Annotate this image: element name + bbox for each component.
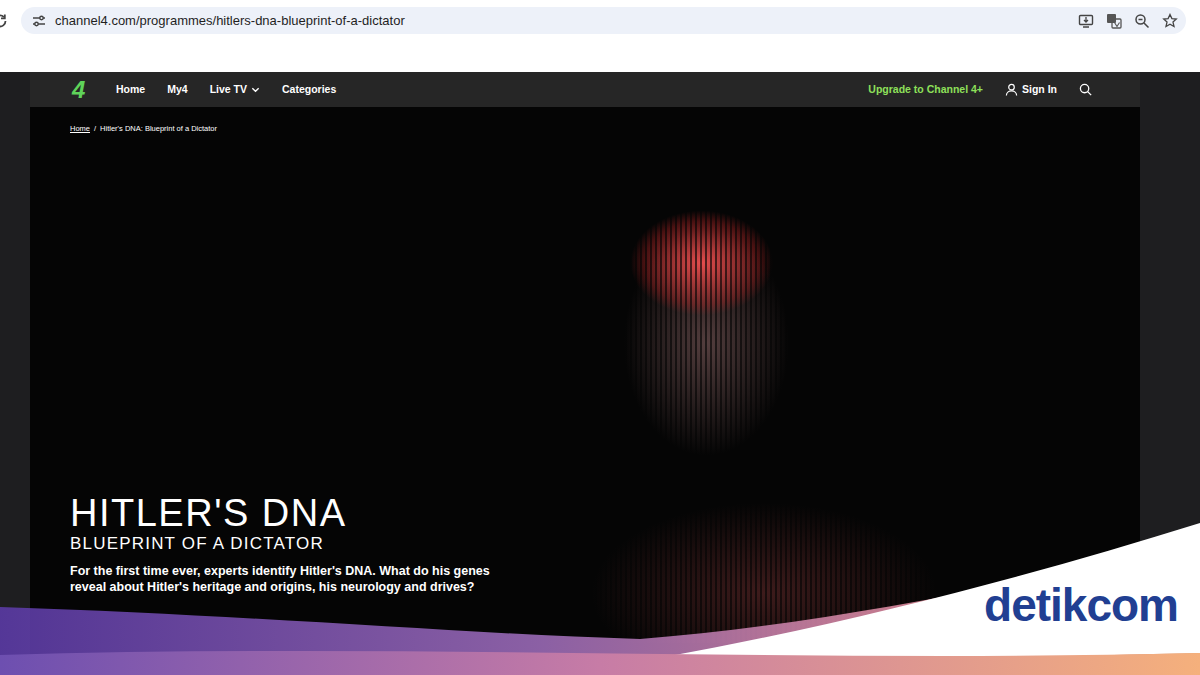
install-icon[interactable] [1078, 13, 1094, 29]
sign-in-text[interactable]: Sign In [1022, 82, 1057, 98]
browser-gap [0, 40, 1200, 72]
reload-icon[interactable] [0, 7, 13, 34]
bookmark-star-icon[interactable] [1162, 13, 1178, 29]
nav-item-label[interactable]: My4 [167, 82, 187, 98]
translate-icon[interactable] [1106, 13, 1122, 29]
nav-item-label[interactable]: Home [116, 82, 145, 98]
detikcom-logo: detikcom [984, 580, 1178, 631]
breadcrumb: Home / Hitler's DNA: Blueprint of a Dictat… [70, 123, 1100, 134]
upgrade-link[interactable]: Upgrade to Channel 4+ [868, 82, 983, 98]
channel4-logo[interactable]: 4 [72, 78, 90, 102]
sign-in-link[interactable]: Sign In [1005, 82, 1057, 98]
nav-list: Home My4 Live TV Categories [116, 82, 336, 98]
person-icon [1005, 83, 1018, 96]
address-bar[interactable]: channel4.com/programmes/hitlers-dna-blue… [21, 7, 1186, 34]
nav-item[interactable]: My4 [167, 82, 187, 98]
browser-toolbar: channel4.com/programmes/hitlers-dna-blue… [0, 0, 1200, 40]
nav-item-label[interactable]: Live TV [210, 82, 247, 98]
zoom-icon[interactable] [1134, 13, 1150, 29]
programme-title: HITLER'S DNA [70, 494, 1100, 534]
breadcrumb-item[interactable]: Home [70, 123, 90, 134]
chevron-down-icon[interactable] [251, 85, 260, 94]
breadcrumb-separator: / [94, 123, 96, 134]
channel4-page: 4 Home My4 Live TV Categories Upgrade to Ch… [30, 72, 1140, 675]
breadcrumb-item: Hitler's DNA: Blueprint of a Dictator [100, 123, 217, 134]
hero-image [500, 143, 980, 643]
nav-item[interactable]: Live TV [210, 82, 260, 98]
hero-content: Home / Hitler's DNA: Blueprint of a Dictat… [30, 107, 1140, 675]
nav-item[interactable]: Categories [282, 82, 336, 98]
search-icon[interactable] [1079, 83, 1092, 96]
page-area: 4 Home My4 Live TV Categories Upgrade to Ch… [0, 72, 1200, 675]
programme-description: For the first time ever, experts identif… [70, 563, 510, 596]
site-settings-icon[interactable] [31, 13, 47, 29]
hero: Home / Hitler's DNA: Blueprint of a Dictat… [30, 107, 1140, 675]
nav-item-label[interactable]: Categories [282, 82, 336, 98]
site-navbar: 4 Home My4 Live TV Categories Upgrade to Ch… [30, 72, 1140, 107]
url-text[interactable]: channel4.com/programmes/hitlers-dna-blue… [55, 11, 1070, 31]
programme-subtitle: BLUEPRINT OF A DICTATOR [70, 534, 1100, 554]
nav-item[interactable]: Home [116, 82, 145, 98]
